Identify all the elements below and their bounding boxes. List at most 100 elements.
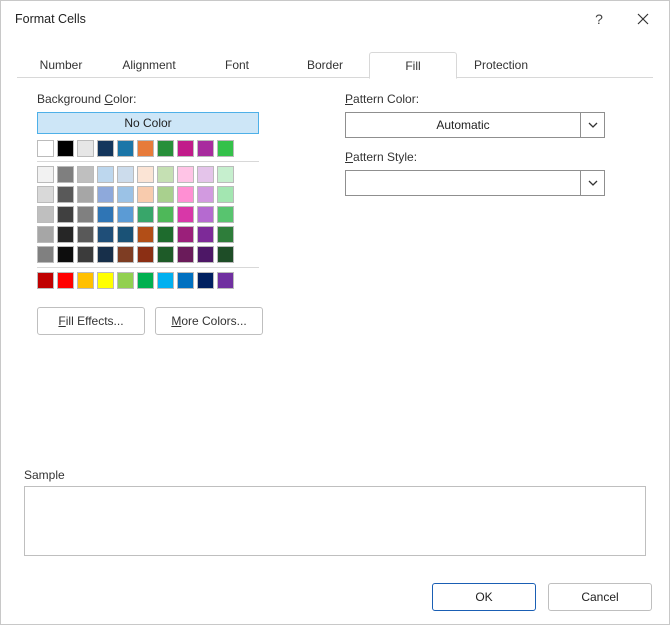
color-swatch[interactable] bbox=[57, 206, 74, 223]
palette-separator bbox=[37, 161, 259, 162]
color-swatch[interactable] bbox=[137, 246, 154, 263]
color-swatch[interactable] bbox=[57, 272, 74, 289]
tab-fill[interactable]: Fill bbox=[369, 52, 457, 79]
pattern-color-value: Automatic bbox=[346, 118, 580, 132]
color-swatch[interactable] bbox=[97, 166, 114, 183]
color-swatch[interactable] bbox=[97, 206, 114, 223]
color-swatch[interactable] bbox=[197, 246, 214, 263]
swatch-row bbox=[37, 166, 297, 183]
help-icon: ? bbox=[595, 11, 603, 27]
more-colors-button[interactable]: More Colors... bbox=[155, 307, 263, 335]
color-swatch[interactable] bbox=[117, 272, 134, 289]
color-swatch[interactable] bbox=[77, 272, 94, 289]
color-swatch[interactable] bbox=[217, 226, 234, 243]
fill-effects-button[interactable]: Fill Effects... bbox=[37, 307, 145, 335]
color-swatch[interactable] bbox=[97, 186, 114, 203]
ok-button[interactable]: OK bbox=[432, 583, 536, 611]
sample-preview bbox=[24, 486, 646, 556]
color-swatch[interactable] bbox=[97, 226, 114, 243]
color-swatch[interactable] bbox=[37, 226, 54, 243]
color-swatch[interactable] bbox=[77, 226, 94, 243]
color-swatch[interactable] bbox=[137, 166, 154, 183]
color-swatch[interactable] bbox=[137, 186, 154, 203]
color-swatch[interactable] bbox=[217, 246, 234, 263]
color-swatch[interactable] bbox=[77, 206, 94, 223]
color-swatch[interactable] bbox=[197, 206, 214, 223]
color-swatch[interactable] bbox=[37, 140, 54, 157]
background-color-label: Background Color: bbox=[37, 92, 297, 106]
pattern-color-dropdown[interactable]: Automatic bbox=[345, 112, 605, 138]
color-swatch[interactable] bbox=[157, 186, 174, 203]
tab-border[interactable]: Border bbox=[281, 52, 369, 79]
color-swatch[interactable] bbox=[177, 206, 194, 223]
help-button[interactable]: ? bbox=[577, 4, 621, 34]
color-swatch[interactable] bbox=[97, 272, 114, 289]
color-swatch[interactable] bbox=[157, 226, 174, 243]
swatch-row bbox=[37, 206, 297, 223]
color-swatch[interactable] bbox=[97, 246, 114, 263]
color-swatch[interactable] bbox=[197, 272, 214, 289]
color-swatch[interactable] bbox=[57, 166, 74, 183]
color-swatch[interactable] bbox=[77, 246, 94, 263]
color-swatch[interactable] bbox=[177, 272, 194, 289]
color-swatch[interactable] bbox=[177, 226, 194, 243]
color-swatch[interactable] bbox=[77, 186, 94, 203]
color-swatch[interactable] bbox=[97, 140, 114, 157]
color-swatch[interactable] bbox=[37, 186, 54, 203]
color-swatch[interactable] bbox=[57, 246, 74, 263]
color-swatch[interactable] bbox=[217, 272, 234, 289]
color-swatch[interactable] bbox=[37, 206, 54, 223]
color-swatch[interactable] bbox=[197, 166, 214, 183]
color-swatch[interactable] bbox=[217, 140, 234, 157]
tab-number[interactable]: Number bbox=[17, 52, 105, 79]
dropdown-button[interactable] bbox=[580, 113, 604, 137]
no-color-button[interactable]: No Color bbox=[37, 112, 259, 134]
color-swatch[interactable] bbox=[117, 186, 134, 203]
swatch-row bbox=[37, 140, 297, 157]
color-swatch[interactable] bbox=[217, 186, 234, 203]
color-swatch[interactable] bbox=[117, 226, 134, 243]
color-swatch[interactable] bbox=[217, 206, 234, 223]
color-swatch[interactable] bbox=[137, 226, 154, 243]
tab-font[interactable]: Font bbox=[193, 52, 281, 79]
color-swatch[interactable] bbox=[57, 226, 74, 243]
color-swatch[interactable] bbox=[197, 186, 214, 203]
color-swatch[interactable] bbox=[177, 186, 194, 203]
color-swatch[interactable] bbox=[117, 246, 134, 263]
color-swatch[interactable] bbox=[37, 272, 54, 289]
color-swatch[interactable] bbox=[77, 140, 94, 157]
color-swatch[interactable] bbox=[177, 140, 194, 157]
pattern-style-dropdown[interactable] bbox=[345, 170, 605, 196]
color-swatch[interactable] bbox=[197, 226, 214, 243]
pattern-style-label: Pattern Style: bbox=[345, 150, 645, 164]
color-swatch[interactable] bbox=[117, 166, 134, 183]
swatch-row bbox=[37, 246, 297, 263]
color-swatch[interactable] bbox=[77, 166, 94, 183]
dropdown-button[interactable] bbox=[580, 171, 604, 195]
color-swatch[interactable] bbox=[37, 246, 54, 263]
color-swatch[interactable] bbox=[57, 140, 74, 157]
color-swatch[interactable] bbox=[137, 272, 154, 289]
tab-strip: NumberAlignmentFontBorderFillProtection bbox=[17, 51, 653, 78]
color-swatch[interactable] bbox=[197, 140, 214, 157]
color-swatch[interactable] bbox=[137, 206, 154, 223]
dialog-title: Format Cells bbox=[15, 12, 86, 26]
color-swatch[interactable] bbox=[157, 272, 174, 289]
close-icon bbox=[637, 13, 649, 25]
close-button[interactable] bbox=[621, 4, 665, 34]
color-swatch[interactable] bbox=[217, 166, 234, 183]
tab-protection[interactable]: Protection bbox=[457, 52, 545, 79]
color-swatch[interactable] bbox=[157, 246, 174, 263]
color-swatch[interactable] bbox=[177, 166, 194, 183]
cancel-button[interactable]: Cancel bbox=[548, 583, 652, 611]
color-swatch[interactable] bbox=[57, 186, 74, 203]
color-swatch[interactable] bbox=[157, 206, 174, 223]
color-swatch[interactable] bbox=[137, 140, 154, 157]
color-swatch[interactable] bbox=[157, 166, 174, 183]
color-swatch[interactable] bbox=[37, 166, 54, 183]
color-swatch[interactable] bbox=[117, 140, 134, 157]
color-swatch[interactable] bbox=[177, 246, 194, 263]
color-swatch[interactable] bbox=[117, 206, 134, 223]
color-swatch[interactable] bbox=[157, 140, 174, 157]
tab-alignment[interactable]: Alignment bbox=[105, 52, 193, 79]
